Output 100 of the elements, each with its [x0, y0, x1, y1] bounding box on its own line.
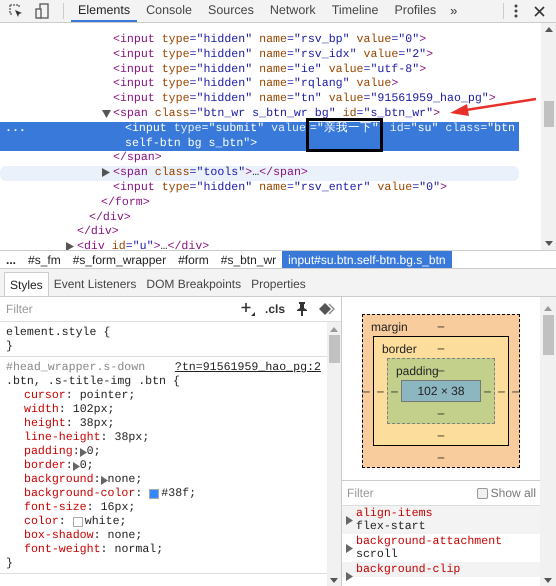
- property-name: font-weight: [24, 543, 101, 557]
- box-label: padding: [396, 363, 439, 380]
- dom-node-text: <input type="hidden" name="tn" value="91561959_hao_pg">: [113, 92, 496, 106]
- property-value: 0;: [86, 445, 101, 459]
- dom-node-text: </form>: [101, 196, 150, 209]
- dom-node-text: <input type="hidden" name="rsv_enter" value="0">: [113, 180, 448, 194]
- colon: :: [72, 445, 80, 459]
- diamond-icon[interactable]: [319, 303, 335, 315]
- property-name: align-items: [356, 507, 434, 520]
- tab[interactable]: Styles: [4, 272, 49, 296]
- scroll-thumb[interactable]: [544, 101, 554, 127]
- dom-node-text: <div id="u">…</div>: [77, 240, 210, 250]
- more-options-button[interactable]: ...: [5, 122, 26, 137]
- tab[interactable]: Event Listeners: [48, 272, 142, 296]
- more-tabs-button[interactable]: »: [450, 1, 458, 21]
- colon: :: [66, 389, 73, 403]
- breadcrumb[interactable]: ...: [0, 251, 22, 268]
- colon: :: [135, 487, 142, 501]
- expand-triangle-icon[interactable]: [100, 476, 108, 484]
- scroll-up-icon[interactable]: [544, 27, 552, 32]
- expand-triangle-icon[interactable]: [346, 544, 353, 553]
- color-swatch[interactable]: [149, 489, 160, 499]
- property-name: padding: [24, 445, 73, 459]
- breadcrumb[interactable]: #s_form_wrapper: [66, 251, 172, 268]
- colon: :: [66, 459, 73, 473]
- scroll-thumb[interactable]: [542, 315, 554, 355]
- source-link[interactable]: ?tn=91561959_hao_pg:2: [174, 361, 321, 375]
- expand-triangle-icon[interactable]: [346, 516, 353, 525]
- show-all-checkbox[interactable]: [476, 488, 488, 498]
- property-value: 38px;: [114, 431, 150, 445]
- dom-node-text: <span class="btn_wr s_btn_wr bg" id="s_btn_wr">: [113, 106, 440, 120]
- property-value: flex-start: [356, 520, 427, 533]
- property-value: none;: [108, 529, 142, 543]
- property-name: background-attachment: [356, 535, 504, 548]
- closing-brace: }: [6, 340, 14, 354]
- filter-field[interactable]: Filter: [347, 484, 477, 502]
- colon: :: [100, 431, 108, 445]
- close-icon[interactable]: [534, 6, 545, 16]
- box-value: –: [438, 448, 444, 466]
- box-value: –: [438, 362, 444, 376]
- colon: :: [58, 403, 66, 417]
- scroll-down-icon[interactable]: [330, 578, 338, 583]
- box-value: –: [362, 383, 371, 400]
- property-value: 0;: [80, 459, 94, 473]
- box-value: –: [376, 383, 385, 400]
- device-icon[interactable]: [35, 3, 49, 19]
- colon: :: [66, 417, 73, 431]
- pin-icon[interactable]: [297, 302, 307, 316]
- add-rule-icon[interactable]: [240, 302, 255, 316]
- scroll-down-icon[interactable]: [544, 578, 552, 583]
- property-name: color: [24, 515, 59, 529]
- property-value: normal;: [114, 543, 164, 557]
- box-value: –: [511, 383, 520, 400]
- breadcrumb[interactable]: #s_fm: [22, 251, 67, 268]
- hovered-dom-row[interactable]: <span class="tools">…</span>: [0, 166, 519, 181]
- expand-triangle-icon[interactable]: [72, 462, 80, 470]
- box-label: margin: [371, 319, 408, 336]
- tab[interactable]: Sources: [200, 0, 261, 22]
- scroll-thumb[interactable]: [328, 335, 340, 363]
- inspect-icon[interactable]: [9, 4, 23, 18]
- scroll-down-icon[interactable]: [544, 241, 552, 246]
- scrollbar[interactable]: [541, 23, 556, 250]
- property-name: box-shadow: [24, 529, 94, 543]
- scrollbar[interactable]: [327, 322, 341, 586]
- box-value: –: [438, 404, 444, 422]
- tab[interactable]: Network: [262, 0, 323, 22]
- property-name: background-clip: [356, 563, 462, 576]
- tab[interactable]: Profiles: [387, 0, 444, 22]
- colon: :: [100, 543, 108, 557]
- box-value: –: [438, 318, 444, 334]
- color-swatch[interactable]: [72, 517, 83, 527]
- dom-node-text: <input type="hidden" name="rsv_idx" value="2">: [113, 48, 434, 61]
- colon: :: [58, 515, 66, 529]
- property-name: border: [24, 459, 66, 473]
- box-value: –: [438, 426, 444, 444]
- property-value: 16px;: [100, 501, 136, 515]
- breadcrumb[interactable]: #form: [172, 251, 215, 268]
- tab[interactable]: Properties: [246, 272, 311, 296]
- tab[interactable]: Console: [139, 0, 199, 22]
- breadcrumb[interactable]: input#su.btn.self-btn.bg.s_btn: [282, 251, 452, 268]
- breadcrumb[interactable]: #s_btn_wr: [214, 251, 282, 268]
- property-value: none;: [108, 473, 142, 487]
- class-toggle-button[interactable]: .cls: [264, 300, 285, 318]
- dom-node-text: <input type="hidden" name="ie" value="utf-8">: [113, 62, 426, 76]
- expand-triangle-icon[interactable]: [80, 448, 87, 456]
- tab[interactable]: DOM Breakpoints: [141, 272, 246, 296]
- tab[interactable]: Timeline: [324, 0, 386, 22]
- property-value: 38px;: [80, 417, 115, 431]
- filter-field[interactable]: Filter: [0, 300, 241, 318]
- dom-node-text: <input type="hidden" name="rsv_bp" value="0">: [113, 33, 426, 46]
- scrollbar[interactable]: [540, 297, 556, 586]
- dom-node-text: <span class="tools">…</span>: [113, 166, 308, 180]
- box-value: –: [483, 383, 492, 400]
- closing-brace: }: [6, 557, 14, 571]
- menu-icon[interactable]: [514, 4, 518, 18]
- property-value: white;: [84, 515, 127, 529]
- css-selector: .btn, .s-title-img .btn {: [6, 375, 180, 389]
- property-value: #38f;: [161, 487, 196, 501]
- tab[interactable]: Elements: [71, 0, 138, 22]
- expand-triangle-icon[interactable]: [346, 572, 353, 581]
